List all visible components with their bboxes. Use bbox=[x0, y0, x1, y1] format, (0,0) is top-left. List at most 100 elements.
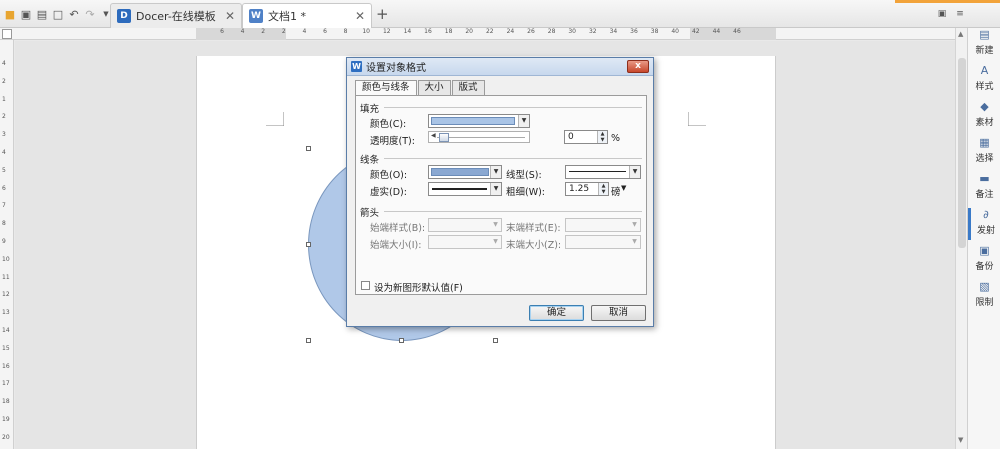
resize-handle[interactable] bbox=[306, 242, 311, 247]
sidebar-item-select[interactable]: ▦ 选择 bbox=[968, 136, 1000, 168]
resize-handle[interactable] bbox=[493, 338, 498, 343]
weight-label: 粗细(W): bbox=[506, 187, 546, 198]
sidebar-item-label: 限制 bbox=[975, 298, 994, 308]
transparency-value: 0 bbox=[568, 132, 574, 142]
ruler-tick-label: 6 bbox=[220, 28, 224, 35]
dash-label: 虚实(D): bbox=[370, 187, 407, 198]
ruler-tick-label: 1 bbox=[2, 95, 6, 103]
dialog-title: 设置对象格式 bbox=[366, 63, 426, 74]
ruler-tick-label: 22 bbox=[485, 28, 494, 35]
tab-stop-selector[interactable] bbox=[2, 29, 12, 39]
end-style-dropdown[interactable]: ▼ bbox=[565, 218, 641, 232]
tab-document1[interactable]: W 文档1 * ✕ bbox=[242, 3, 372, 28]
chevron-down-icon: ▼ bbox=[629, 166, 640, 178]
docer-icon: D bbox=[117, 9, 131, 23]
ruler-tick-label: 26 bbox=[527, 28, 535, 35]
weight-unit-dropdown[interactable]: 磅 bbox=[611, 184, 621, 198]
ruler-tick-label: 2 bbox=[2, 113, 6, 121]
print-icon[interactable]: ▤ bbox=[34, 6, 50, 22]
fill-color-swatch bbox=[431, 117, 515, 125]
cancel-button[interactable]: 取消 bbox=[591, 305, 646, 321]
scroll-down-icon[interactable]: ▼ bbox=[958, 436, 963, 444]
redo-icon[interactable]: ↷ bbox=[82, 6, 98, 22]
save-icon[interactable]: ▣ bbox=[18, 6, 34, 22]
sidebar-item-new[interactable]: ▤ 新建 bbox=[968, 28, 1000, 60]
vertical-ruler[interactable]: 42123456789101112131415161718192021 bbox=[0, 40, 14, 449]
tab-colors-lines[interactable]: 颜色与线条 bbox=[355, 80, 417, 96]
style-icon: A bbox=[980, 64, 989, 77]
close-dialog-button[interactable]: x bbox=[627, 60, 649, 73]
end-size-dropdown[interactable]: ▼ bbox=[565, 235, 641, 249]
begin-size-dropdown[interactable]: ▼ bbox=[428, 235, 502, 249]
app-logo-icon: W bbox=[351, 61, 362, 72]
options-icon[interactable]: ≡ bbox=[952, 6, 968, 22]
sidebar-item-note[interactable]: ▬ 备注 bbox=[968, 172, 1000, 204]
weight-input[interactable]: 1.25 ▲ ▼ bbox=[565, 182, 609, 196]
dash-dropdown[interactable]: ▼ bbox=[428, 182, 502, 196]
close-icon[interactable]: ✕ bbox=[225, 9, 235, 23]
ruler-tick-label: 10 bbox=[2, 255, 10, 263]
resize-handle[interactable] bbox=[306, 338, 311, 343]
scroll-thumb[interactable] bbox=[958, 58, 966, 248]
material-icon: ◆ bbox=[980, 100, 989, 113]
default-checkbox[interactable] bbox=[361, 281, 370, 290]
line-style-dropdown[interactable]: ▼ bbox=[565, 165, 641, 179]
ruler-tick-label: 17 bbox=[2, 380, 10, 388]
ruler-tick-label: 2 bbox=[261, 28, 266, 35]
tab-size[interactable]: 大小 bbox=[417, 80, 451, 95]
line-section-title: 线条 bbox=[360, 155, 380, 166]
slider-knob[interactable] bbox=[439, 133, 449, 142]
spinner-icon[interactable]: ▲ ▼ bbox=[598, 183, 608, 195]
tab-docer[interactable]: D Docer-在线模板 ✕ bbox=[110, 3, 242, 28]
ruler-tick-label: 7 bbox=[2, 202, 6, 210]
sidebar-item-material[interactable]: ◆ 素材 bbox=[968, 100, 1000, 132]
transparency-input[interactable]: 0 ▲ ▼ bbox=[564, 130, 608, 144]
ruler-tick-label: 4 bbox=[2, 149, 6, 156]
begin-style-dropdown[interactable]: ▼ bbox=[428, 218, 502, 232]
print-preview-icon[interactable]: □ bbox=[50, 6, 66, 22]
default-checkbox-label: 设为新图形默认值(F) bbox=[374, 283, 463, 294]
transparency-slider[interactable]: ◀ bbox=[428, 131, 530, 143]
fill-color-label: 颜色(C): bbox=[370, 119, 407, 130]
ruler-tick-label: 46 bbox=[733, 28, 741, 35]
line-color-dropdown[interactable]: ▼ bbox=[428, 165, 502, 179]
fill-color-dropdown[interactable]: ▼ bbox=[428, 114, 530, 128]
sidebar-item-backup[interactable]: ▣ 备份 bbox=[968, 244, 1000, 276]
scroll-up-icon[interactable]: ▲ bbox=[958, 30, 963, 38]
window-mode-icon[interactable]: ▣ bbox=[934, 6, 950, 22]
new-tab-icon[interactable]: + bbox=[376, 5, 389, 23]
ruler-tick-label: 2 bbox=[281, 28, 286, 35]
ruler-tick-label: 40 bbox=[671, 28, 680, 35]
dialog-title-bar[interactable]: W 设置对象格式 bbox=[347, 58, 653, 76]
spinner-icon[interactable]: ▲ ▼ bbox=[597, 131, 607, 143]
resize-handle[interactable] bbox=[306, 146, 311, 151]
chevron-down-icon: ▼ bbox=[493, 238, 498, 245]
undo-icon[interactable]: ↶ bbox=[66, 6, 82, 22]
select-icon: ▦ bbox=[979, 136, 990, 149]
sidebar-item-label: 样式 bbox=[975, 82, 994, 92]
ruler-tick-label: 8 bbox=[2, 220, 6, 228]
horizontal-ruler[interactable]: 6 4 2 2 4 6 8 10 12 14 16 18 20 22 24 26 28 30 32 34 36 38 40 4… bbox=[0, 28, 955, 40]
chevron-down-icon: ▼ bbox=[632, 238, 637, 245]
tab-layout[interactable]: 版式 bbox=[451, 80, 485, 95]
ruler-tick-label: 9 bbox=[2, 238, 6, 245]
resize-handle[interactable] bbox=[399, 338, 404, 343]
arrows-section-title: 箭头 bbox=[360, 208, 380, 219]
ok-button[interactable]: 确定 bbox=[529, 305, 584, 321]
ruler-tick-label: 14 bbox=[2, 327, 10, 334]
chevron-down-icon: ▼ bbox=[493, 221, 498, 228]
ruler-tick-label: 42 bbox=[691, 28, 700, 35]
sidebar-item-style[interactable]: A 样式 bbox=[968, 64, 1000, 96]
ruler-tick-label: 15 bbox=[2, 344, 10, 352]
chevron-down-icon: ▼ bbox=[490, 183, 501, 195]
ruler-tick-label: 4 bbox=[2, 60, 6, 67]
vertical-scrollbar[interactable]: ▲ ▼ bbox=[955, 28, 967, 449]
sidebar-item-restrict[interactable]: ▧ 限制 bbox=[968, 280, 1000, 312]
end-size-label: 末端大小(Z): bbox=[506, 240, 562, 251]
close-icon[interactable]: ✕ bbox=[355, 9, 365, 23]
sidebar-item-label: 备注 bbox=[975, 190, 994, 200]
unit-chevron-icon[interactable]: ▼ bbox=[621, 184, 626, 192]
sidebar-item-launch[interactable]: ∂ 发射 bbox=[968, 208, 1000, 240]
slider-left-arrow-icon: ◀ bbox=[431, 132, 436, 139]
open-folder-icon[interactable]: ■ bbox=[2, 6, 18, 22]
